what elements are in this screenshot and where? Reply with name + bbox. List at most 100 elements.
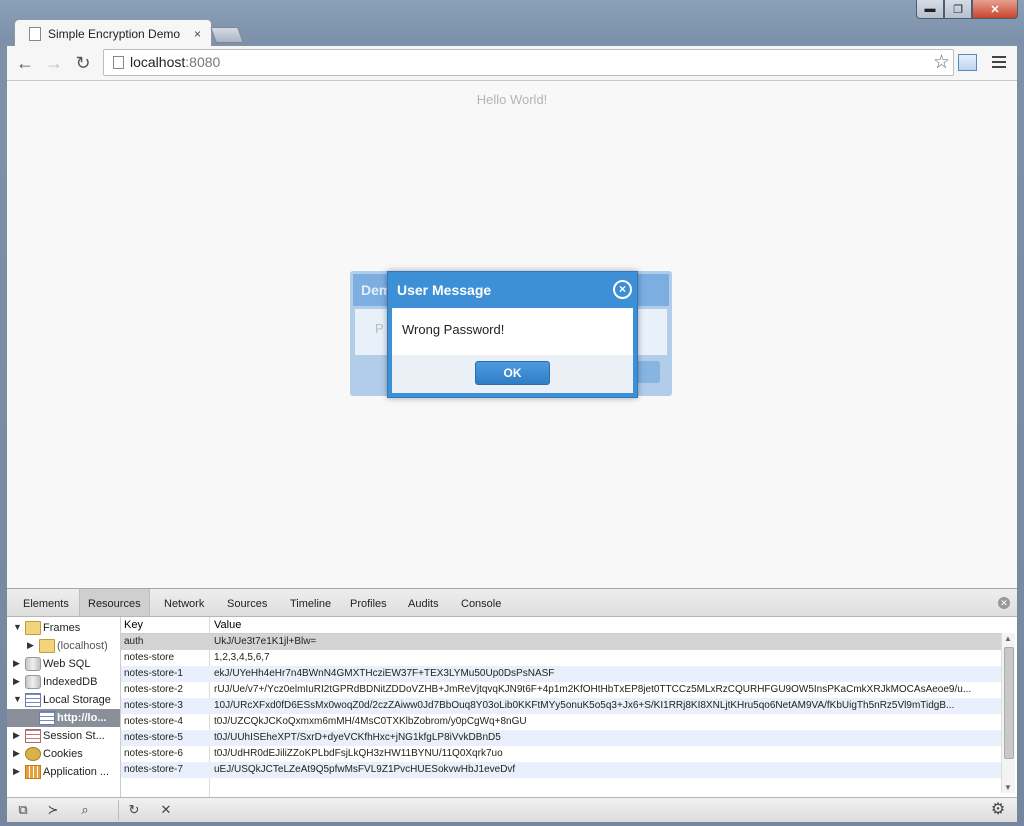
tab-elements[interactable]: Elements [23,589,69,616]
tab-console[interactable]: Console [461,589,501,616]
tab-close-icon[interactable]: × [194,27,201,41]
url-text[interactable]: localhost:8080 [130,54,220,70]
cell-value: t0J/UUhISEheXPT/SxrD+dyeVCKfhHxc+jNG1kfg… [214,732,501,743]
address-bar[interactable]: localhost:8080 ☆ [103,49,954,76]
column-header-value[interactable]: Value [214,619,241,631]
tree-item-label: IndexedDB [43,676,98,688]
column-header-key[interactable]: Key [124,619,143,631]
cell-key: notes-store-4 [124,716,183,727]
reload-icon[interactable]: ↻ [73,53,93,73]
cell-value: 1,2,3,4,5,6,7 [214,652,270,663]
dialog-header: User Message × [388,272,637,307]
table-row[interactable]: notes-store-6 t0J/UdHR0dEJiliZZoKPLbdFsjL… [121,746,1001,762]
devtools-tabbar: Elements Resources Network Sources Timel… [7,589,1017,617]
tab-audits[interactable]: Audits [408,589,439,616]
back-arrow-icon[interactable]: ← [15,53,35,73]
tab-timeline[interactable]: Timeline [290,589,331,616]
tab-profiles[interactable]: Profiles [350,589,387,616]
table-row[interactable]: notes-store-2 rUJ/Ue/v7+/Ycz0elmIuRI2tGPR… [121,682,1001,698]
new-tab-button[interactable] [210,27,244,43]
devtools-close-icon[interactable]: ✕ [998,597,1010,609]
collapsed-triangle-icon[interactable]: ▶ [13,658,20,669]
scroll-up-icon[interactable]: ▲ [1004,634,1012,643]
scroll-down-icon[interactable]: ▼ [1004,783,1012,792]
tab-resources[interactable]: Resources [79,589,150,616]
database-icon [25,657,41,671]
tree-item-frames[interactable]: ▼ Frames [7,619,120,637]
refresh-icon[interactable]: ↻ [126,802,142,818]
cell-value: rUJ/Ue/v7+/Ycz0elmIuRI2tGPRdBDNitZDDoVZH… [214,684,972,695]
devtools-panel: Elements Resources Network Sources Timel… [7,588,1017,822]
cell-value: 10J/URcXFxd0fD6ESsMx0woqZ0d/2czZAiww0Jd7… [214,700,955,711]
collapsed-triangle-icon[interactable]: ▶ [13,748,20,759]
table-scrollbar[interactable]: ▲ ▼ [1001,633,1015,793]
maximize-button[interactable]: ❐ [944,0,972,19]
tab-network[interactable]: Network [164,589,204,616]
tree-item-localhost[interactable]: ▶ (localhost) [7,637,120,655]
expanded-triangle-icon[interactable]: ▼ [13,622,22,632]
table-row[interactable]: notes-store 1,2,3,4,5,6,7 [121,650,1001,666]
bookmark-star-icon[interactable]: ☆ [933,51,950,74]
table-row[interactable]: notes-store-7 uEJ/USQkJCTeLZeAt9Q5pfwMsFV… [121,762,1001,778]
extension-icon[interactable] [958,54,977,71]
cell-value: ekJ/UYeHh4eHr7n4BWnN4GMXTHcziEW37F+TEX3L… [214,668,555,679]
table-row[interactable]: notes-store-3 10J/URcXFxd0fD6ESsMx0woqZ0d… [121,698,1001,714]
table-row[interactable]: auth UkJ/Ue3t7e1K1jl+Blw= [121,634,1001,650]
tree-item-local-storage[interactable]: ▼ Local Storage [7,691,120,709]
tab-sources[interactable]: Sources [227,589,267,616]
tree-item-label: Application ... [43,766,110,778]
search-icon[interactable]: ⌕ [77,802,93,818]
scrollbar-thumb[interactable] [1004,647,1014,759]
forward-arrow-icon[interactable]: → [44,53,64,73]
password-field-label: P [375,321,384,336]
storage-grid-icon [25,693,41,707]
cell-key: auth [124,636,144,647]
expanded-triangle-icon[interactable]: ▼ [13,694,22,704]
tree-item-session-storage[interactable]: ▶ Session St... [7,727,120,745]
table-row[interactable]: notes-store-5 t0J/UUhISEheXPT/SxrD+dyeVCK… [121,730,1001,746]
page-icon [113,56,124,69]
tree-item-indexeddb[interactable]: ▶ IndexedDB [7,673,120,691]
browser-toolbar: ← → ↻ localhost:8080 ☆ [7,46,1017,81]
tab-title: Simple Encryption Demo [48,26,181,41]
cell-key: notes-store-2 [124,684,183,695]
cell-key: notes-store-7 [124,764,183,775]
console-drawer-icon[interactable]: ≻ [45,802,61,818]
dialog-close-icon[interactable]: × [613,280,632,299]
ok-button[interactable]: OK [475,361,550,385]
dialog-title: User Message [397,282,492,298]
collapsed-triangle-icon[interactable]: ▶ [27,640,34,651]
close-window-button[interactable]: ✕ [972,0,1018,19]
tree-item-label: Web SQL [43,658,91,670]
tree-item-web-sql[interactable]: ▶ Web SQL [7,655,120,673]
cookie-icon [25,747,41,761]
cell-value: UkJ/Ue3t7e1K1jl+Blw= [214,636,317,647]
menu-icon[interactable] [992,53,1006,71]
cell-key: notes-store-6 [124,748,183,759]
browser-tab[interactable]: Simple Encryption Demo × [14,19,212,47]
tree-item-cookies[interactable]: ▶ Cookies [7,745,120,763]
dock-icon[interactable]: ⧉ [15,802,31,818]
tree-item-local-storage-origin[interactable]: http://lo... [7,709,120,727]
minimize-button[interactable]: ▬ [916,0,944,19]
settings-gear-icon[interactable]: ⚙ [990,802,1006,818]
delete-icon[interactable]: ✕ [158,802,174,818]
table-row[interactable]: notes-store-4 t0J/UZCQkJCKoQxmxm6mMH/4MsC… [121,714,1001,730]
table-row[interactable]: notes-store-1 ekJ/UYeHh4eHr7n4BWnN4GMXTHc… [121,666,1001,682]
cell-key: notes-store-5 [124,732,183,743]
cell-value: uEJ/USQkJCTeLZeAt9Q5pfwMsFVL9Z1PvcHUESok… [214,764,516,775]
tree-item-label: Frames [43,622,81,634]
cell-key: notes-store [124,652,175,663]
resources-sidebar: ▼ Frames ▶ (localhost) ▶ Web SQL ▶ Index… [7,617,121,797]
collapsed-triangle-icon[interactable]: ▶ [13,676,20,687]
tree-item-application-cache[interactable]: ▶ Application ... [7,763,120,781]
tree-item-label: http://lo... [57,712,107,724]
devtools-status-bar: ⧉ ≻ ⌕ ↻ ✕ ⚙ [7,797,1017,822]
collapsed-triangle-icon[interactable]: ▶ [13,730,20,741]
collapsed-triangle-icon[interactable]: ▶ [13,766,20,777]
dialog-message: Wrong Password! [402,322,505,337]
dialog-body: Wrong Password! [392,308,633,355]
window-controls: ▬ ❐ ✕ [916,0,1018,19]
user-message-dialog: User Message × Wrong Password! OK [387,271,638,398]
page-viewport: Hello World! Dem P User Message × Wrong … [7,81,1017,588]
